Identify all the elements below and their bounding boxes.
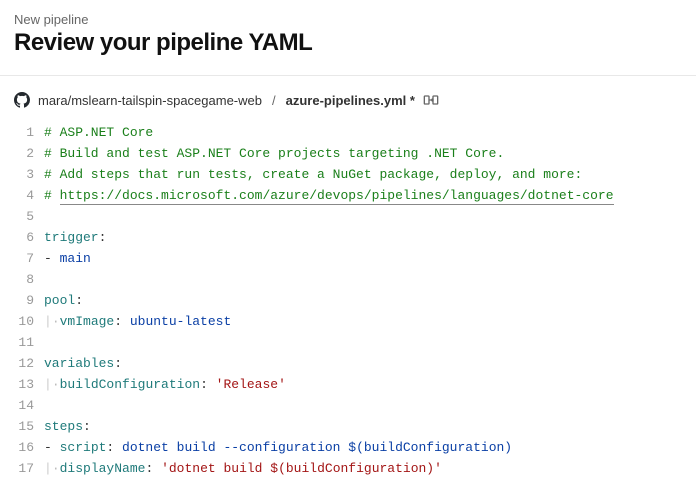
- line-number: 4: [0, 185, 44, 206]
- code-line[interactable]: - script: dotnet build --configuration $…: [44, 437, 696, 458]
- page-header: New pipeline Review your pipeline YAML: [0, 0, 696, 76]
- file-name[interactable]: azure-pipelines.yml *: [286, 93, 415, 108]
- line-number: 1: [0, 122, 44, 143]
- line-number: 5: [0, 206, 44, 227]
- code-line[interactable]: [44, 269, 696, 290]
- doc-link[interactable]: https://docs.microsoft.com/azure/devops/…: [60, 188, 614, 205]
- file-path-bar: mara/mslearn-tailspin-spacegame-web / az…: [0, 76, 696, 122]
- code-line[interactable]: |·displayName: 'dotnet build $(buildConf…: [44, 458, 696, 479]
- line-number: 3: [0, 164, 44, 185]
- line-number: 12: [0, 353, 44, 374]
- line-number: 16: [0, 437, 44, 458]
- line-number: 11: [0, 332, 44, 353]
- line-number: 15: [0, 416, 44, 437]
- yaml-editor[interactable]: 1# ASP.NET Core2# Build and test ASP.NET…: [0, 122, 696, 479]
- code-line[interactable]: # ASP.NET Core: [44, 122, 696, 143]
- code-line[interactable]: |·vmImage: ubuntu-latest: [44, 311, 696, 332]
- code-line[interactable]: - main: [44, 248, 696, 269]
- code-line[interactable]: pool:: [44, 290, 696, 311]
- code-line[interactable]: |·buildConfiguration: 'Release': [44, 374, 696, 395]
- github-icon: [14, 92, 30, 108]
- line-number: 17: [0, 458, 44, 479]
- code-line[interactable]: trigger:: [44, 227, 696, 248]
- line-number: 10: [0, 311, 44, 332]
- line-number: 2: [0, 143, 44, 164]
- code-line[interactable]: # Build and test ASP.NET Core projects t…: [44, 143, 696, 164]
- line-number: 7: [0, 248, 44, 269]
- breadcrumb: New pipeline: [14, 12, 682, 27]
- path-separator: /: [270, 93, 278, 108]
- code-line[interactable]: [44, 395, 696, 416]
- code-line[interactable]: variables:: [44, 353, 696, 374]
- page-title: Review your pipeline YAML: [14, 29, 682, 57]
- line-number: 6: [0, 227, 44, 248]
- line-number: 14: [0, 395, 44, 416]
- code-line[interactable]: [44, 332, 696, 353]
- code-line[interactable]: steps:: [44, 416, 696, 437]
- repo-path[interactable]: mara/mslearn-tailspin-spacegame-web: [38, 93, 262, 108]
- settings-icon[interactable]: [423, 93, 439, 107]
- line-number: 9: [0, 290, 44, 311]
- line-number: 8: [0, 269, 44, 290]
- code-line[interactable]: [44, 206, 696, 227]
- line-number: 13: [0, 374, 44, 395]
- code-line[interactable]: # https://docs.microsoft.com/azure/devop…: [44, 185, 696, 206]
- code-line[interactable]: # Add steps that run tests, create a NuG…: [44, 164, 696, 185]
